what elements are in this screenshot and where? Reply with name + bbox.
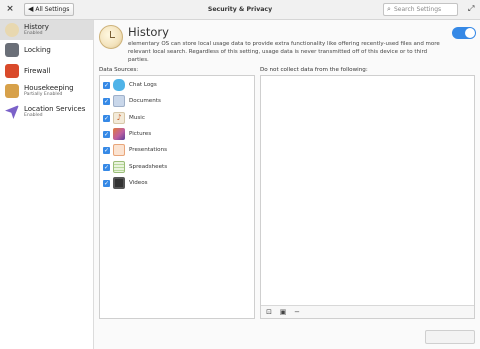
documents-icon bbox=[113, 95, 125, 107]
list-item[interactable]: ✓ Chat Logs bbox=[100, 77, 254, 93]
sidebar-item-firewall[interactable]: Firewall bbox=[0, 61, 93, 81]
page-description: elementary OS can store local usage data… bbox=[128, 41, 440, 63]
presentations-checkbox[interactable]: ✓ bbox=[103, 146, 110, 154]
sidebar-item-status: Enabled bbox=[24, 113, 43, 118]
maximize-button[interactable]: ⤢ bbox=[468, 4, 474, 14]
source-label: Presentations bbox=[129, 147, 168, 153]
music-icon: ♪ bbox=[113, 112, 125, 124]
list-item[interactable]: ✓ Videos bbox=[100, 175, 254, 191]
header-bar: × ◀ All Settings Security & Privacy ⌕ Se… bbox=[0, 0, 480, 20]
add-folder-button[interactable]: ▣ bbox=[279, 308, 287, 316]
search-settings-input[interactable]: ⌕ Search Settings bbox=[383, 3, 458, 16]
list-item[interactable]: ✓ Spreadsheets bbox=[100, 159, 254, 175]
list-item[interactable]: ✓ Documents bbox=[100, 93, 254, 109]
sidebar-item-label: History bbox=[24, 23, 49, 31]
search-placeholder: Search Settings bbox=[394, 6, 442, 13]
search-icon: ⌕ bbox=[387, 5, 391, 13]
sidebar-item-status: Enabled bbox=[24, 31, 43, 36]
documents-checkbox[interactable]: ✓ bbox=[103, 97, 110, 105]
source-label: Pictures bbox=[129, 131, 152, 137]
sidebar-item-label: Location Services bbox=[24, 105, 86, 113]
exclusions-label: Do not collect data from the following: bbox=[260, 67, 368, 73]
excluded-items-list[interactable]: ⊡ ▣ − bbox=[260, 75, 475, 319]
pictures-icon bbox=[113, 128, 125, 140]
music-checkbox[interactable]: ✓ bbox=[103, 114, 110, 122]
videos-checkbox[interactable]: ✓ bbox=[103, 179, 110, 187]
add-file-button[interactable]: ⊡ bbox=[265, 308, 273, 316]
lock-icon bbox=[5, 43, 19, 57]
firewall-icon bbox=[5, 64, 19, 78]
sidebar-item-status: Partially Enabled bbox=[24, 92, 63, 97]
data-sources-list: ✓ Chat Logs ✓ Documents ✓ ♪ Music ✓ Pict… bbox=[99, 75, 255, 319]
list-item[interactable]: ✓ Pictures bbox=[100, 126, 254, 142]
sidebar: History Enabled Locking Firewall Houseke… bbox=[0, 20, 94, 349]
spreadsheets-checkbox[interactable]: ✓ bbox=[103, 163, 110, 171]
source-label: Videos bbox=[129, 180, 148, 186]
location-icon bbox=[5, 105, 19, 119]
sidebar-item-locking[interactable]: Locking bbox=[0, 40, 93, 60]
clear-history-button[interactable] bbox=[425, 330, 475, 344]
settings-window: × ◀ All Settings Security & Privacy ⌕ Se… bbox=[0, 0, 480, 349]
history-enabled-switch[interactable] bbox=[452, 27, 476, 39]
history-clock-icon bbox=[5, 23, 19, 37]
source-label: Music bbox=[129, 115, 145, 121]
spreadsheets-icon bbox=[113, 161, 125, 173]
broom-icon bbox=[5, 84, 19, 98]
source-label: Chat Logs bbox=[129, 82, 157, 88]
source-label: Spreadsheets bbox=[129, 164, 168, 170]
page-title: History bbox=[128, 25, 169, 39]
sidebar-item-label: Housekeeping bbox=[24, 84, 74, 92]
remove-item-button[interactable]: − bbox=[293, 308, 301, 316]
source-label: Documents bbox=[129, 98, 161, 104]
videos-icon bbox=[113, 177, 125, 189]
exclusions-toolbar: ⊡ ▣ − bbox=[261, 305, 474, 318]
sidebar-item-history[interactable]: History Enabled bbox=[0, 20, 93, 40]
switch-knob bbox=[465, 28, 475, 38]
presentations-icon bbox=[113, 144, 125, 156]
history-page: History elementary OS can store local us… bbox=[94, 20, 480, 349]
sidebar-item-label: Locking bbox=[24, 46, 51, 54]
chat-logs-icon bbox=[113, 79, 125, 91]
sidebar-item-label: Firewall bbox=[24, 67, 51, 75]
chat-logs-checkbox[interactable]: ✓ bbox=[103, 81, 110, 89]
list-item[interactable]: ✓ Presentations bbox=[100, 142, 254, 158]
data-sources-label: Data Sources: bbox=[99, 67, 139, 73]
pictures-checkbox[interactable]: ✓ bbox=[103, 130, 110, 138]
sidebar-item-housekeeping[interactable]: Housekeeping Partially Enabled bbox=[0, 81, 93, 101]
history-clock-icon bbox=[99, 25, 123, 49]
sidebar-item-location-services[interactable]: Location Services Enabled bbox=[0, 102, 93, 122]
list-item[interactable]: ✓ ♪ Music bbox=[100, 110, 254, 126]
